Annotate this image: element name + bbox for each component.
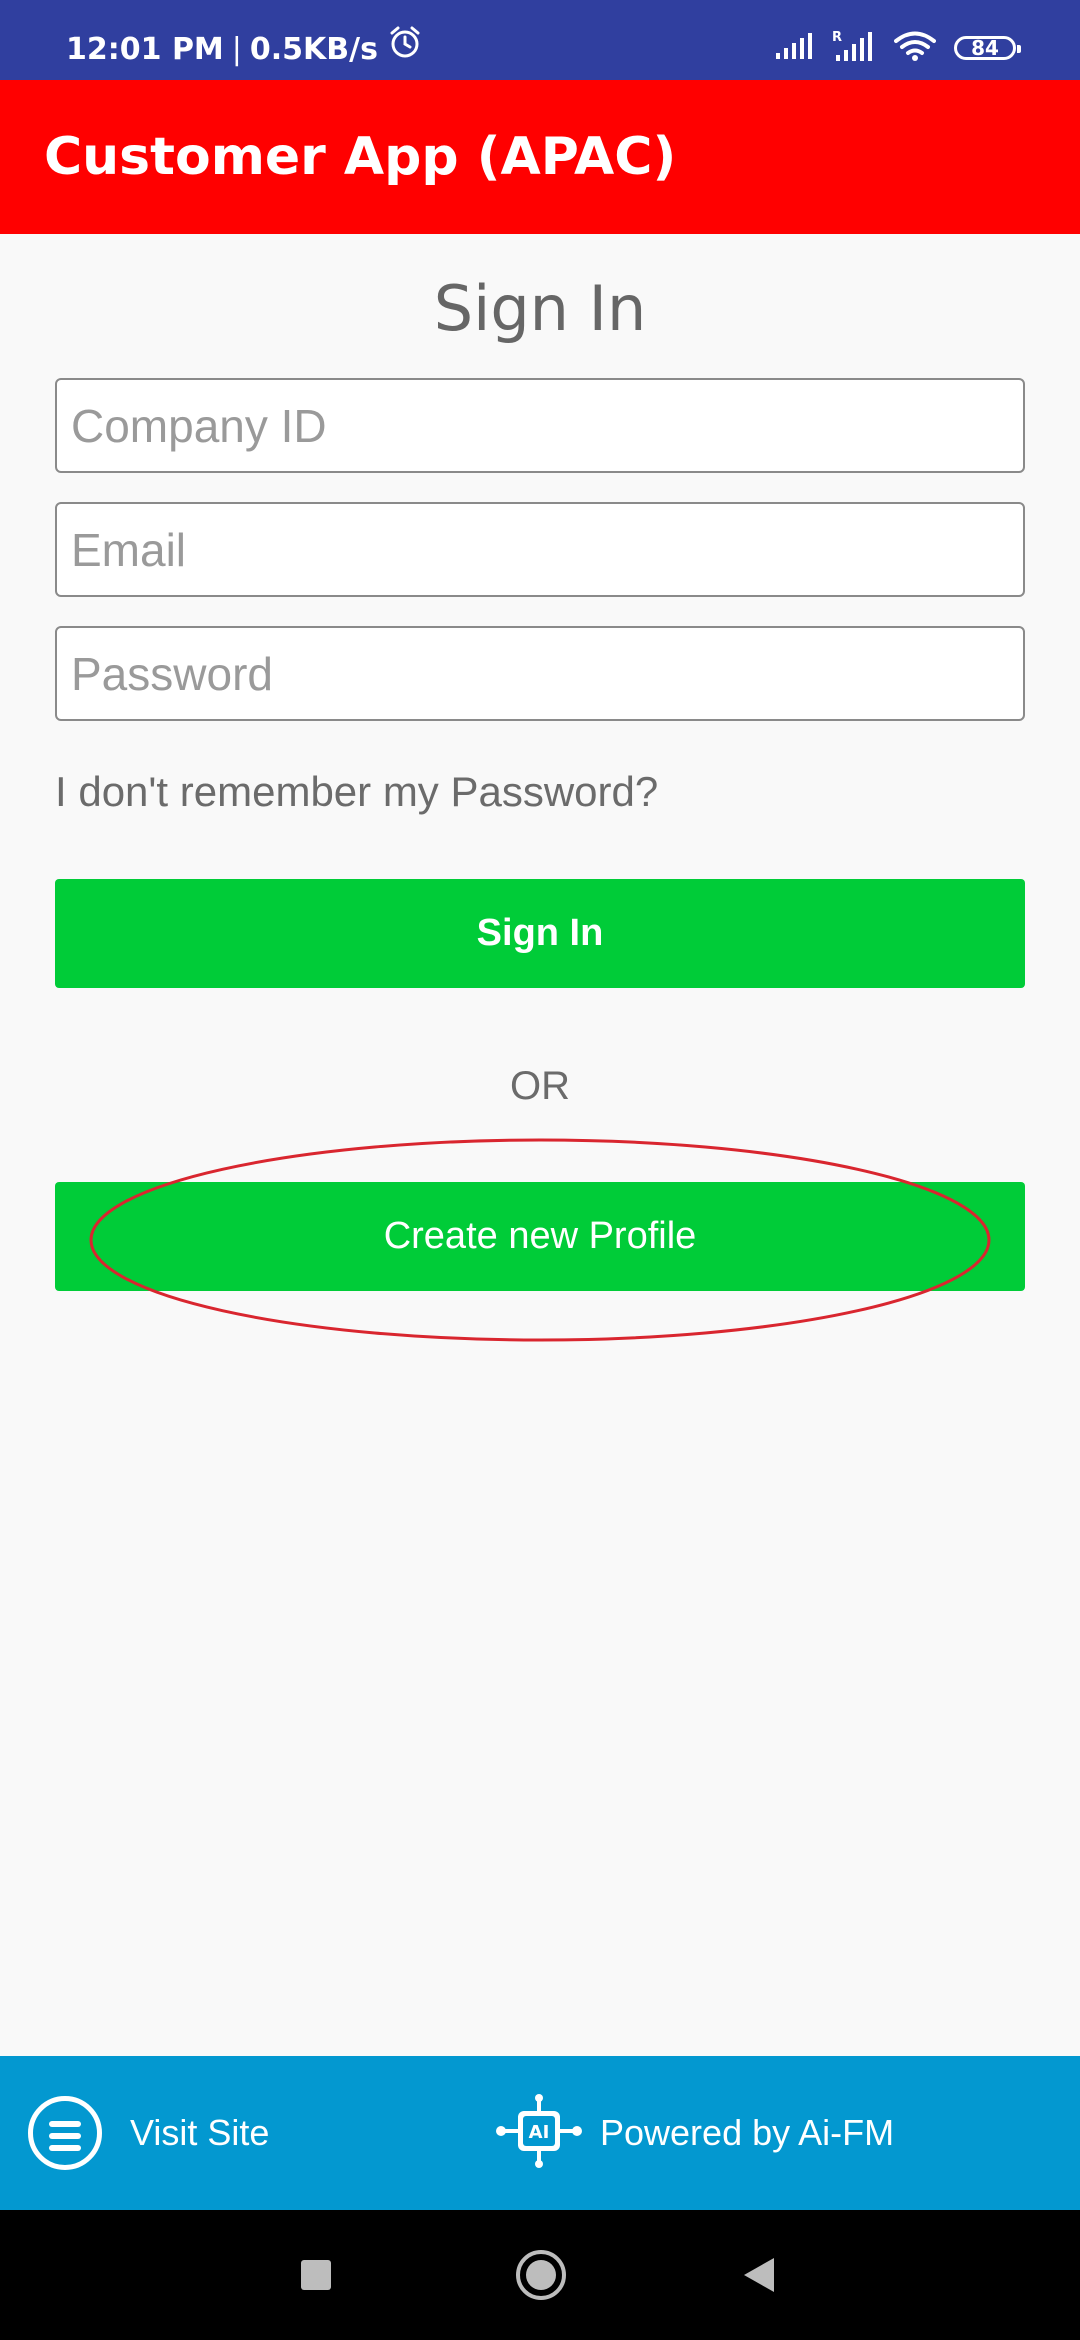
- powered-by: AI Powered by Ai-FM: [496, 2056, 894, 2210]
- footer-bar: Visit Site AI Powered by Ai-FM: [0, 2056, 1080, 2210]
- ai-logo-text: AI: [529, 2122, 550, 2143]
- roaming-signal-icon: R: [832, 29, 876, 67]
- sign-in-heading: Sign In: [433, 272, 647, 345]
- app-title: Customer App (APAC): [44, 127, 677, 187]
- ai-chip-logo-icon: AI: [496, 2093, 582, 2174]
- status-right: R 84: [774, 28, 1021, 68]
- visit-site-label: Visit Site: [130, 2112, 270, 2153]
- password-input[interactable]: [55, 626, 1025, 721]
- back-triangle-icon[interactable]: [742, 2210, 776, 2340]
- powered-by-label: Powered by Ai-FM: [600, 2112, 895, 2153]
- battery-icon: 84: [954, 36, 1021, 60]
- or-divider-text: OR: [510, 1064, 570, 1108]
- signal-icon: [774, 31, 814, 65]
- app-bar: Customer App (APAC): [0, 80, 1080, 234]
- menu-icon: [28, 2096, 102, 2170]
- sign-in-button[interactable]: Sign In: [55, 879, 1025, 988]
- forgot-password-link[interactable]: I don't remember my Password?: [55, 768, 658, 816]
- email-input[interactable]: [55, 502, 1025, 597]
- status-bar: 12:01 PM | 0.5KB/s R 84: [0, 0, 1080, 80]
- recents-square-icon[interactable]: [300, 2210, 332, 2340]
- sign-in-content: Sign In I don't remember my Password? Si…: [0, 234, 1080, 2056]
- create-profile-button[interactable]: Create new Profile: [55, 1182, 1025, 1291]
- company-id-input[interactable]: [55, 378, 1025, 473]
- visit-site-button[interactable]: Visit Site: [28, 2056, 269, 2210]
- home-circle-icon[interactable]: [515, 2210, 567, 2340]
- wifi-icon: [894, 30, 936, 66]
- navigation-bar: [0, 2210, 1080, 2340]
- svg-text:R: R: [832, 30, 842, 45]
